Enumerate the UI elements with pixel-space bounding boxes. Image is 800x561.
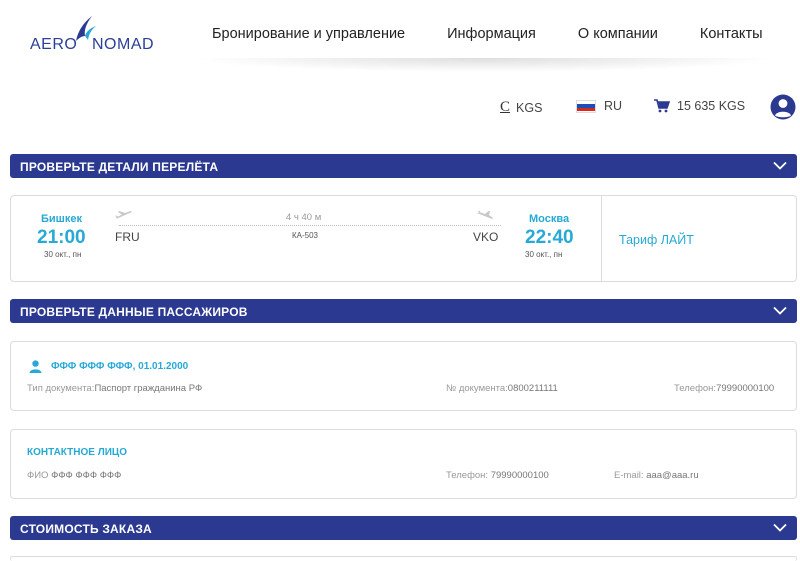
departure-city: Бишкек [41,213,82,225]
doc-type-label: Тип документа: [27,383,95,394]
header: AERO NOMAD Бронирование и управление Инфо… [0,0,800,72]
passenger-phone-value: 79990000100 [716,383,775,394]
contact-name: ФИО ФФФ ФФФ ФФФ [27,470,121,481]
passenger-name[interactable]: ФФФ ФФФ ФФФ, 01.01.2000 [29,360,188,373]
section-passengers-title: ПРОВЕРЬТЕ ДАННЫЕ ПАССАЖИРОВ [20,305,248,319]
nav-shadow [190,58,780,72]
route-line [119,225,501,226]
plane-landing-icon [477,210,493,219]
section-passengers[interactable]: ПРОВЕРЬТЕ ДАННЫЕ ПАССАЖИРОВ [10,299,797,323]
contact-title: КОНТАКТНОЕ ЛИЦО [27,447,127,458]
doc-type-value: Паспорт гражданина РФ [94,383,203,394]
plane-takeoff-icon [115,211,132,219]
flight-duration: 4 ч 40 м [286,212,322,223]
contact-phone-value: 79990000100 [490,470,549,481]
section-flight-title: ПРОВЕРЬТЕ ДЕТАЛИ ПЕРЕЛЁТА [20,160,219,174]
doc-number-value: 0800211111 [507,383,558,394]
person-icon [29,360,42,373]
section-cost-title: СТОИМОСТЬ ЗАКАЗА [20,522,152,536]
section-flight-details[interactable]: ПРОВЕРЬТЕ ДЕТАЛИ ПЕРЕЛЁТА [10,154,797,178]
nav-item-about[interactable]: О компании [578,26,658,42]
doc-number-label: № документа: [446,383,508,394]
language-label: RU [604,99,623,113]
order-cost-card [10,556,797,561]
logo-aero: AERO [30,36,78,53]
passenger-doc-type: Тип документа:Паспорт гражданина РФ [27,383,202,394]
contact-email: E-mail: aaa@aaa.ru [614,470,699,481]
passenger-card: ФФФ ФФФ ФФФ, 01.01.2000 Тип документа:Па… [10,341,797,411]
chevron-down-icon[interactable] [773,306,787,315]
chevron-down-icon[interactable] [773,523,787,532]
passenger-name-text: ФФФ ФФФ ФФФ, 01.01.2000 [51,361,189,372]
cart-icon [654,99,670,113]
departure-date: 30 окт., пн [44,250,82,259]
logo-text: AERO NOMAD [30,36,154,54]
passenger-phone-label: Телефон: [674,383,717,394]
currency-symbol: С [500,99,511,115]
logo[interactable]: AERO NOMAD [30,14,154,58]
contact-phone-label: Телефон: [446,470,489,481]
utility-bar: С KGS RU 15 635 KGS [0,94,800,120]
arrival-city: Москва [529,213,570,225]
arrival-code: VKO [473,230,499,244]
passenger-phone: Телефон:79990000100 [674,383,774,394]
section-order-cost[interactable]: СТОИМОСТЬ ЗАКАЗА [10,516,797,540]
currency-label: KGS [516,100,543,115]
cart-total: 15 635 KGS [677,99,746,113]
russia-flag-icon [576,99,596,113]
main-nav: Бронирование и управление Информация О к… [212,26,763,42]
contact-card: КОНТАКТНОЕ ЛИЦО ФИО ФФФ ФФФ ФФФ Телефон:… [10,429,797,499]
arrival-time: 22:40 [525,227,574,248]
departure-time: 21:00 [37,227,86,248]
flight-card-divider [601,196,602,281]
contact-email-value: aaa@aaa.ru [646,470,699,481]
logo-nomad: NOMAD [92,36,155,53]
page: AERO NOMAD Бронирование и управление Инфо… [0,0,800,561]
flight-number: КА-503 [292,231,319,240]
flight-card: Бишкек 21:00 30 окт., пн FRU 4 ч 40 м КА… [10,195,797,282]
contact-name-value: ФФФ ФФФ ФФФ [51,470,122,481]
nav-item-contacts[interactable]: Контакты [700,26,763,42]
contact-name-label: ФИО [27,470,49,481]
user-circle-icon[interactable] [770,94,796,120]
currency-selector[interactable]: С KGS [500,99,542,116]
language-selector[interactable]: RU [576,99,622,113]
contact-email-label: E-mail: [614,470,644,481]
departure-code: FRU [115,230,140,244]
cart-button[interactable]: 15 635 KGS [654,99,745,113]
contact-phone: Телефон: 79990000100 [446,470,549,481]
nav-item-information[interactable]: Информация [447,26,536,42]
arrival-date: 30 окт., пн [525,250,563,259]
nav-item-booking[interactable]: Бронирование и управление [212,26,405,42]
chevron-down-icon[interactable] [773,161,787,170]
tariff-link[interactable]: Тариф ЛАЙТ [619,233,694,247]
passenger-doc-number: № документа:0800211111 [446,383,558,394]
